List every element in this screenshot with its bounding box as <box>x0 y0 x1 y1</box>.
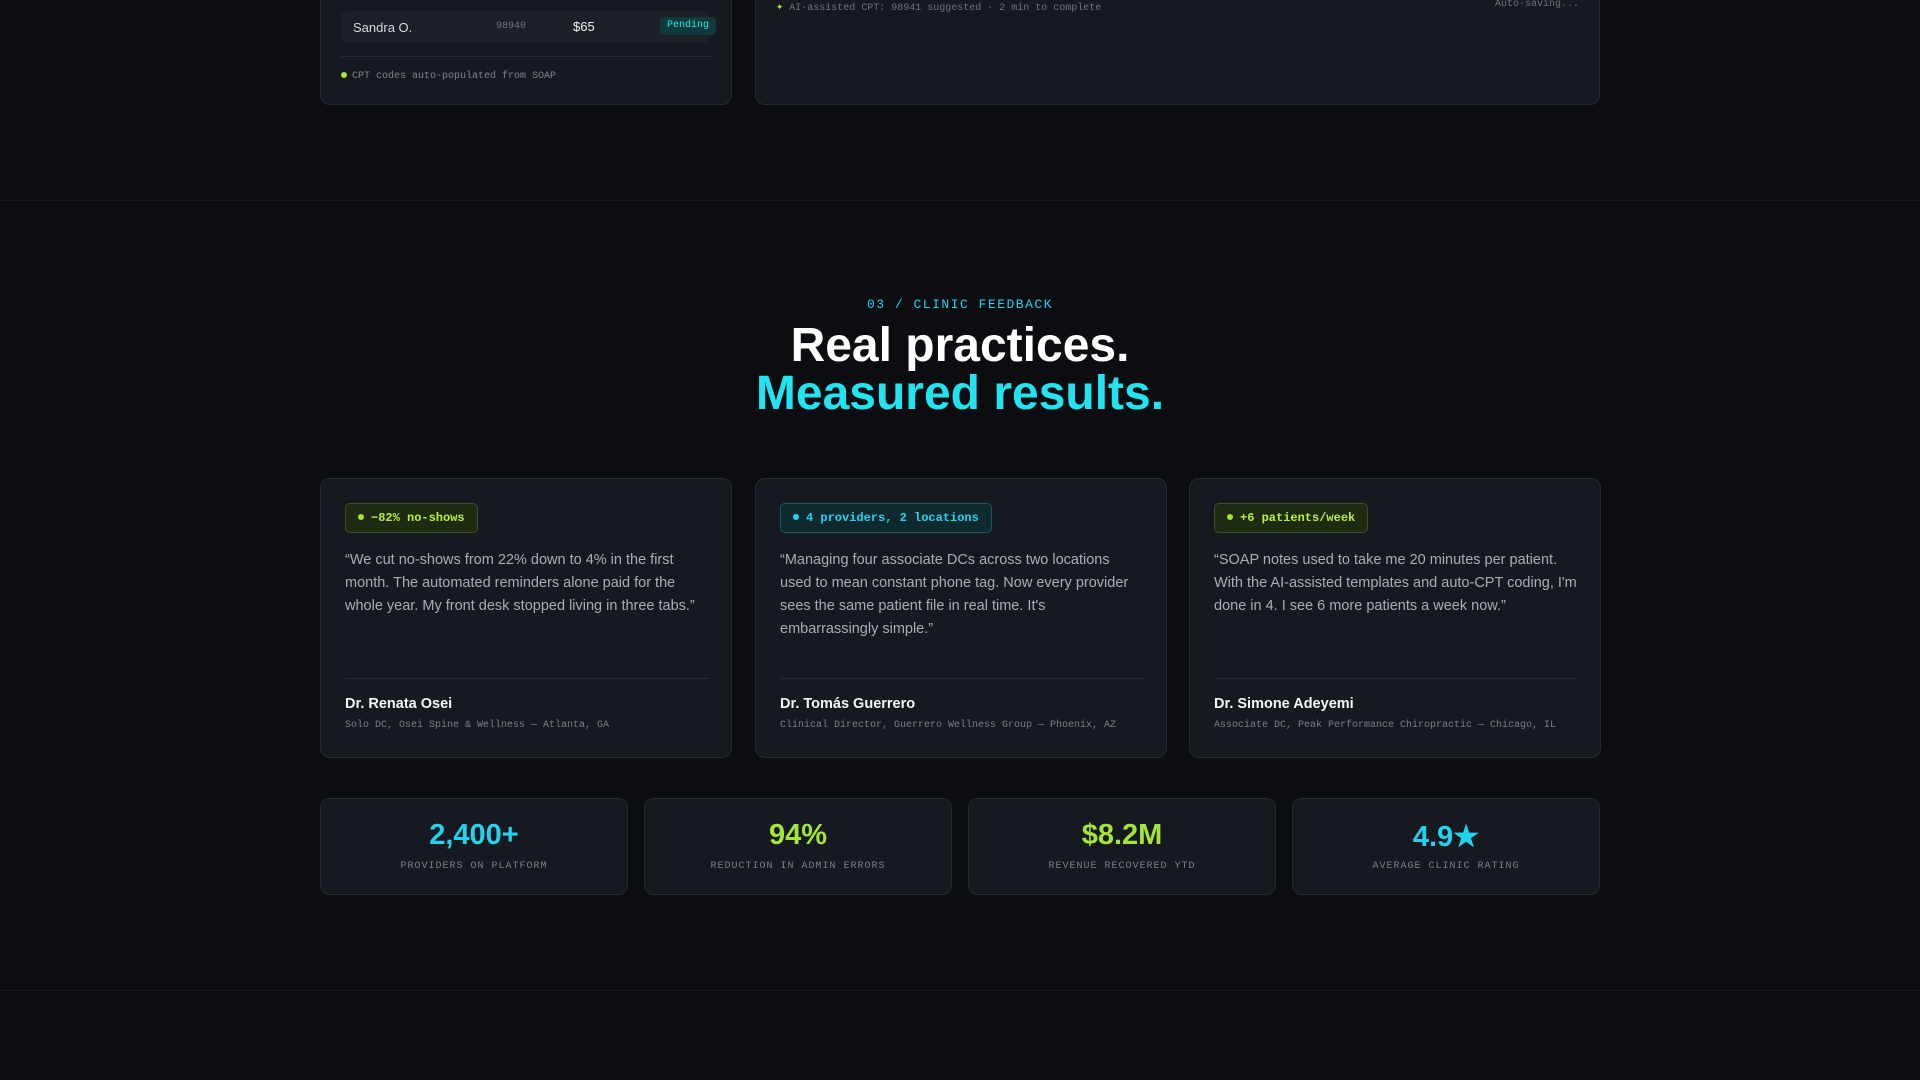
result-chip: 4 providers, 2 locations <box>780 503 992 533</box>
chip-label: −82% no-shows <box>371 511 465 525</box>
stat-card: 94% REDUCTION IN ADMIN ERRORS <box>644 798 952 895</box>
billing-amount: $65 <box>573 19 595 34</box>
divider <box>780 678 1144 679</box>
divider <box>341 56 713 57</box>
testimonial-quote: “SOAP notes used to take me 20 minutes p… <box>1214 552 1577 614</box>
billing-row[interactable]: Sandra O. 98940 $65 Pending <box>341 11 717 43</box>
soap-note-card: ✦ AI-assisted CPT: 98941 suggested · 2 mi… <box>755 0 1600 105</box>
author-role: Clinical Director, Guerrero Wellness Gro… <box>780 720 1117 731</box>
divider <box>345 678 709 679</box>
section-headline: Real practices. Measured results. <box>0 322 1920 418</box>
stat-value: 2,400+ <box>429 819 519 851</box>
section-divider-bottom <box>0 990 1920 991</box>
stat-label: REDUCTION IN ADMIN ERRORS <box>710 861 886 872</box>
stat-card: 4.9★ AVERAGE CLINIC RATING <box>1292 798 1600 895</box>
stat-label: AVERAGE CLINIC RATING <box>1372 861 1520 872</box>
testimonial-card: 4 providers, 2 locations “Managing four … <box>755 478 1167 758</box>
status-dot-icon <box>341 72 347 79</box>
author-role: Associate DC, Peak Performance Chiroprac… <box>1214 720 1557 731</box>
ai-status: ✦ AI-assisted CPT: 98941 suggested · 2 mi… <box>776 0 1101 14</box>
headline-line-2: Measured results. <box>755 367 1165 420</box>
result-chip: −82% no-shows <box>345 503 478 533</box>
chip-dot-icon <box>793 513 799 520</box>
author-name: Dr. Renata Osei <box>345 696 453 712</box>
cpt-code: 98940 <box>496 21 527 32</box>
status-badge: Pending <box>660 17 717 35</box>
stat-label: REVENUE RECOVERED YTD <box>1048 861 1196 872</box>
stat-card: $8.2M REVENUE RECOVERED YTD <box>968 798 1276 895</box>
section-eyebrow: 03 / CLINIC FEEDBACK <box>866 297 1054 312</box>
section-divider-top <box>0 200 1920 201</box>
billing-card: Sandra O. 98940 $65 Pending CPT codes au… <box>320 0 732 105</box>
stat-card: 2,400+ PROVIDERS ON PLATFORM <box>320 798 628 895</box>
ai-status-text: AI-assisted CPT: 98941 suggested · 2 min… <box>789 3 1102 14</box>
result-chip: +6 patients/week <box>1214 503 1369 533</box>
chip-dot-icon <box>1227 513 1233 520</box>
stat-value: 4.9★ <box>1412 821 1480 853</box>
testimonial-quote: “Managing four associate DCs across two … <box>780 552 1129 637</box>
billing-note-text: CPT codes auto-populated from SOAP <box>352 71 557 82</box>
patient-name: Sandra O. <box>353 20 413 35</box>
autosave-status: Auto-saving... <box>1494 0 1579 10</box>
author-name: Dr. Tomás Guerrero <box>780 696 916 712</box>
chip-dot-icon <box>358 513 364 520</box>
stat-value: $8.2M <box>1081 819 1163 851</box>
stat-value: 94% <box>768 819 828 851</box>
author-role: Solo DC, Osei Spine & Wellness — Atlanta… <box>345 720 610 731</box>
testimonial-card: +6 patients/week “SOAP notes used to tak… <box>1189 478 1601 758</box>
chip-label: 4 providers, 2 locations <box>806 511 979 525</box>
divider <box>1214 678 1578 679</box>
testimonial-card: −82% no-shows “We cut no-shows from 22% … <box>320 478 732 758</box>
sparkle-icon: ✦ <box>776 0 784 14</box>
testimonial-quote: “We cut no-shows from 22% down to 4% in … <box>345 552 695 614</box>
stat-label: PROVIDERS ON PLATFORM <box>400 861 548 872</box>
author-name: Dr. Simone Adeyemi <box>1214 696 1354 712</box>
billing-note: CPT codes auto-populated from SOAP <box>341 71 556 82</box>
chip-label: +6 patients/week <box>1240 511 1356 525</box>
headline-line-1: Real practices. <box>790 319 1130 372</box>
